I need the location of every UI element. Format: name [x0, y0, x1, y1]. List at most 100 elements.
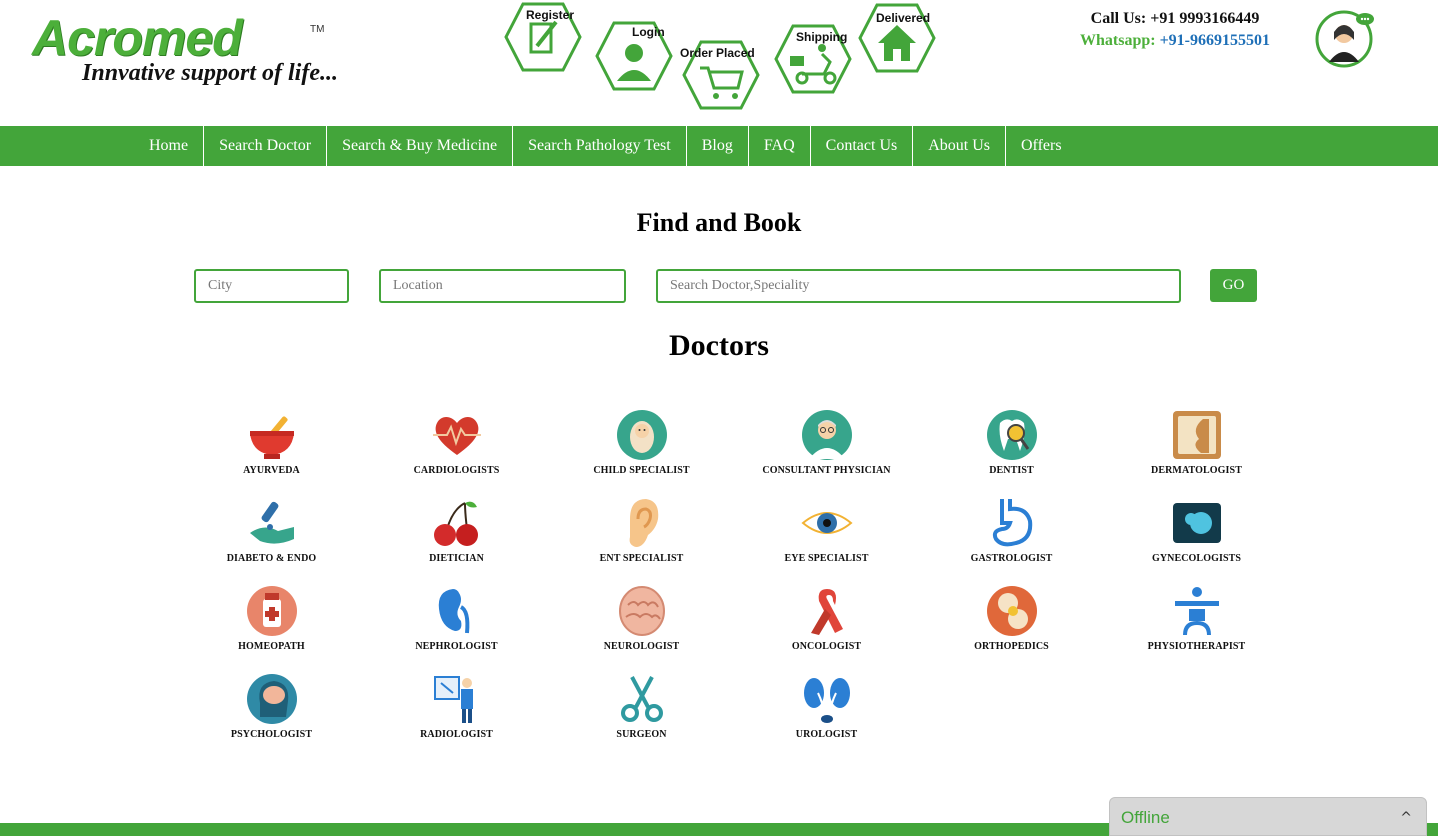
medicine-bottle-icon: [247, 586, 297, 636]
specialty-surgeon[interactable]: SURGEON: [549, 673, 734, 753]
scissors-icon: [621, 676, 663, 722]
specialty-diabeto-endo[interactable]: DIABETO & ENDO: [179, 497, 364, 577]
specialty-ayurveda[interactable]: AYURVEDA: [179, 409, 364, 489]
specialty-nephrologist[interactable]: NEPHROLOGIST: [364, 585, 549, 665]
find-and-book-title: Find and Book: [636, 208, 802, 237]
step-label: Delivered: [876, 11, 931, 25]
nav-item-blog[interactable]: Blog: [685, 126, 748, 166]
chevron-up-icon[interactable]: ^: [1400, 810, 1412, 826]
step-order-placed: Order Placed: [680, 40, 762, 112]
nav-item-about-us[interactable]: About Us: [912, 126, 1005, 166]
nav-item-offers[interactable]: Offers: [1005, 126, 1077, 166]
skin-face-icon: [1173, 411, 1221, 459]
whatsapp-line[interactable]: Whatsapp: +91-9669155501: [1060, 30, 1290, 52]
order-steps: Register Login Order Placed Shipping Del…: [500, 0, 940, 115]
step-label: Register: [526, 8, 575, 22]
location-input[interactable]: [379, 269, 626, 303]
specialty-label: NEPHROLOGIST: [415, 641, 498, 652]
specialty-homeopath[interactable]: HOMEOPATH: [179, 585, 364, 665]
brain-icon: [619, 586, 665, 636]
site-header: Acromed TM Innvative support of life... …: [0, 0, 1438, 126]
specialty-label: GASTROLOGIST: [970, 553, 1053, 564]
call-us-number[interactable]: Call Us: +91 9993166449: [1060, 8, 1290, 30]
specialty-label: CONSULTANT PHYSICIAN: [762, 465, 891, 476]
step-label: Shipping: [796, 30, 848, 44]
cancer-ribbon-icon: [811, 589, 843, 635]
specialty-label: DIABETO & ENDO: [226, 553, 317, 564]
search-doctor-input[interactable]: [656, 269, 1181, 303]
ear-icon: [629, 499, 659, 547]
nav-item-contact-us[interactable]: Contact Us: [809, 126, 913, 166]
support-agent-icon[interactable]: [1315, 10, 1377, 68]
specialty-label: AYURVEDA: [243, 465, 300, 476]
main-nav: Home Search Doctor Search & Buy Medicine…: [0, 126, 1438, 166]
specialty-neurologist[interactable]: NEUROLOGIST: [549, 585, 734, 665]
specialty-label: UROLOGIST: [795, 729, 858, 740]
specialty-ent-specialist[interactable]: ENT SPECIALIST: [549, 497, 734, 577]
specialty-label: GYNECOLOGISTS: [1151, 553, 1242, 564]
specialty-dermatologist[interactable]: DERMATOLOGIST: [1104, 409, 1289, 489]
specialty-psychologist[interactable]: PSYCHOLOGIST: [179, 673, 364, 753]
specialty-label: SURGEON: [616, 729, 667, 740]
step-shipping: Shipping: [774, 24, 854, 96]
baby-icon: [617, 410, 667, 460]
nav-menu: Home Search Doctor Search & Buy Medicine…: [134, 126, 1077, 166]
physio-icon: [1175, 587, 1219, 636]
specialty-label: NEUROLOGIST: [603, 641, 680, 652]
tooth-icon: [987, 410, 1037, 460]
nav-item-search-buy-medicine[interactable]: Search & Buy Medicine: [326, 126, 512, 166]
step-login: Login: [595, 21, 675, 93]
contact-info: Call Us: +91 9993166449 Whatsapp: +91-96…: [1060, 8, 1290, 52]
nav-item-search-pathology-test[interactable]: Search Pathology Test: [512, 126, 686, 166]
specialty-label: HOMEOPATH: [238, 641, 305, 652]
chat-widget[interactable]: Offline ^: [1109, 797, 1427, 836]
specialty-label: DENTIST: [989, 465, 1034, 476]
specialty-gastrologist[interactable]: GASTROLOGIST: [919, 497, 1104, 577]
doctors-title: Doctors: [669, 329, 769, 362]
specialty-dietician[interactable]: DIETICIAN: [364, 497, 549, 577]
specialty-consultant-physician[interactable]: CONSULTANT PHYSICIAN: [734, 409, 919, 489]
specialty-eye-specialist[interactable]: EYE SPECIALIST: [734, 497, 919, 577]
nav-item-home[interactable]: Home: [134, 126, 203, 166]
step-register: Register: [504, 2, 584, 74]
specialty-label: DERMATOLOGIST: [1151, 465, 1242, 476]
specialty-label: CHILD SPECIALIST: [593, 465, 690, 476]
specialty-label: PSYCHOLOGIST: [230, 729, 313, 740]
step-label: Login: [632, 25, 665, 39]
nav-item-faq[interactable]: FAQ: [747, 126, 810, 166]
step-label: Order Placed: [680, 46, 755, 60]
logo-wordmark: Acromed: [32, 10, 243, 66]
specialty-child-specialist[interactable]: CHILD SPECIALIST: [549, 409, 734, 489]
specialty-oncologist[interactable]: ONCOLOGIST: [734, 585, 919, 665]
cherries-icon: [434, 501, 478, 546]
mortar-pestle-icon: [250, 416, 294, 459]
go-button[interactable]: GO: [1210, 269, 1257, 302]
kidney-icon: [438, 589, 470, 634]
doctor-icon: [802, 410, 852, 460]
specialty-gynecologists[interactable]: GYNECOLOGISTS: [1104, 497, 1289, 577]
specialty-dentist[interactable]: DENTIST: [919, 409, 1104, 489]
specialty-radiologist[interactable]: RADIOLOGIST: [364, 673, 549, 753]
specialty-orthopedics[interactable]: ORTHOPEDICS: [919, 585, 1104, 665]
specialty-label: CARDIOLOGISTS: [413, 465, 500, 476]
fetus-scan-icon: [1173, 503, 1221, 543]
brand-logo[interactable]: Acromed TM Innvative support of life...: [32, 8, 382, 93]
glucose-hand-icon: [250, 501, 294, 544]
whatsapp-number[interactable]: +91-9669155501: [1160, 32, 1270, 49]
head-brain-icon: [247, 674, 297, 724]
specialty-urologist[interactable]: UROLOGIST: [734, 673, 919, 753]
heart-pulse-icon: [433, 417, 481, 455]
specialty-physiotherapist[interactable]: PHYSIOTHERAPIST: [1104, 585, 1289, 665]
specialty-label: ONCOLOGIST: [791, 641, 862, 652]
city-input[interactable]: [194, 269, 349, 303]
specialty-cardiologists[interactable]: CARDIOLOGISTS: [364, 409, 549, 489]
step-delivered: Delivered: [858, 3, 938, 75]
nav-item-search-doctor[interactable]: Search Doctor: [203, 126, 326, 166]
urinary-icon: [804, 678, 850, 723]
specialty-label: RADIOLOGIST: [420, 729, 493, 740]
specialty-label: DIETICIAN: [429, 553, 484, 564]
eye-icon: [801, 512, 853, 534]
specialty-label: ORTHOPEDICS: [974, 641, 1049, 652]
trademark-mark: TM: [310, 24, 325, 35]
specialty-label: PHYSIOTHERAPIST: [1147, 641, 1246, 652]
